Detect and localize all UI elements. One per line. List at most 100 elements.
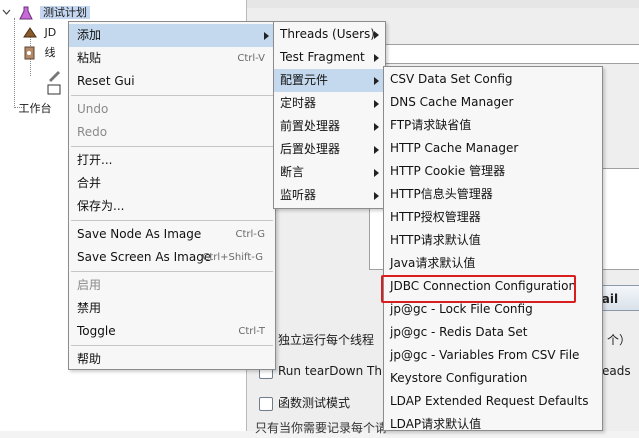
menu-item-post-processors[interactable]: 后置处理器 — [274, 138, 385, 161]
menu-item-label: LDAP Extended Request Defaults — [390, 394, 589, 408]
option-suffix: 个） — [607, 333, 632, 347]
menu-separator — [71, 220, 273, 221]
menu-item-save-as[interactable]: 保存为... — [69, 195, 275, 218]
help-text: 只有当你需要记录每个请 — [255, 421, 388, 435]
menu-item-java-request-defaults[interactable]: Java请求默认值 — [384, 252, 602, 275]
menu-item-toggle[interactable]: Toggle Ctrl-T — [69, 320, 275, 343]
menu-separator — [71, 146, 273, 147]
submenu-arrow-icon — [374, 100, 379, 108]
menu-item-http-header-manager[interactable]: HTTP信息头管理器 — [384, 183, 602, 206]
tree-node-child-2[interactable]: 线 — [22, 44, 56, 62]
menu-item-http-cookie-manager[interactable]: HTTP Cookie 管理器 — [384, 160, 602, 183]
menu-item-label: 监听器 — [280, 188, 317, 202]
menu-item-label: HTTP请求默认值 — [390, 233, 481, 247]
menu-item-save-screen-image[interactable]: Save Screen As Image Ctrl+Shift-G — [69, 246, 275, 269]
menu-item-http-request-defaults[interactable]: HTTP请求默认值 — [384, 229, 602, 252]
menu-item-label: 保存为... — [77, 199, 125, 213]
menu-item-dns-cache-manager[interactable]: DNS Cache Manager — [384, 91, 602, 114]
option-suffix: eads — [602, 364, 631, 378]
option-run-thread-groups[interactable]: 独立运行每个线程 — [259, 330, 374, 350]
menu-item-label: HTTP Cache Manager — [390, 141, 519, 155]
tree-node-workbench[interactable]: 工作台 — [2, 100, 52, 118]
option-label: Run tearDown Thre — [278, 364, 395, 378]
menu-item-jdbc-connection-configuration[interactable]: JDBC Connection Configuration — [384, 275, 602, 298]
submenu-arrow-icon — [374, 192, 379, 200]
menu-separator — [71, 95, 273, 96]
menu-item-paste[interactable]: 粘贴 Ctrl-V — [69, 47, 275, 70]
menu-item-enable: 启用 — [69, 274, 275, 297]
menu-item-disable[interactable]: 禁用 — [69, 297, 275, 320]
shortcut-label: Ctrl+Shift-G — [202, 252, 263, 263]
menu-item-label: 帮助 — [77, 352, 102, 366]
checkbox[interactable] — [259, 396, 273, 411]
menu-item-help[interactable]: 帮助 — [69, 348, 275, 371]
submenu-arrow-icon — [374, 31, 379, 39]
menu-item-label: Java请求默认值 — [390, 256, 476, 270]
submenu-arrow-icon — [264, 32, 269, 40]
menu-item-assertions[interactable]: 断言 — [274, 161, 385, 184]
menu-item-listener[interactable]: 监听器 — [274, 184, 385, 207]
menu-item-label: Test Fragment — [280, 50, 365, 64]
menu-item-timer[interactable]: 定时器 — [274, 92, 385, 115]
sampler-icon — [46, 81, 62, 97]
menu-item-label: DNS Cache Manager — [390, 95, 514, 109]
thread-group-icon — [22, 45, 38, 61]
config-element-submenu: CSV Data Set Config DNS Cache Manager FT… — [383, 66, 603, 431]
menu-item-label: FTP请求缺省值 — [390, 118, 472, 132]
menu-item-label: Save Node As Image — [77, 227, 202, 241]
menu-item-variables-from-csv[interactable]: jp@gc - Variables From CSV File — [384, 344, 602, 367]
tree-node-label: 线 — [44, 46, 56, 59]
menu-item-undo: Undo — [69, 98, 275, 121]
jdbc-icon — [22, 25, 38, 41]
add-submenu: Threads (Users) Test Fragment 配置元件 定时器 前… — [273, 21, 386, 209]
menu-item-label: jp@gc - Redis Data Set — [390, 325, 528, 339]
menu-item-config-element[interactable]: 配置元件 — [274, 69, 385, 92]
menu-item-reset-gui[interactable]: Reset Gui — [69, 70, 275, 93]
menu-item-label: jp@gc - Variables From CSV File — [390, 348, 580, 362]
menu-item-pre-processors[interactable]: 前置处理器 — [274, 115, 385, 138]
menu-item-ldap-request-defaults[interactable]: LDAP请求默认值 — [384, 413, 602, 436]
menu-item-threads-users[interactable]: Threads (Users) — [274, 23, 385, 46]
menu-item-add[interactable]: 添加 — [69, 24, 275, 47]
tree-connector — [14, 18, 15, 108]
menu-item-open[interactable]: 打开... — [69, 149, 275, 172]
menu-item-csv-data-set-config[interactable]: CSV Data Set Config — [384, 68, 602, 91]
menu-item-test-fragment[interactable]: Test Fragment — [274, 46, 385, 69]
menu-item-lock-file-config[interactable]: jp@gc - Lock File Config — [384, 298, 602, 321]
menu-item-label: HTTP授权管理器 — [390, 210, 481, 224]
menu-item-label: 合并 — [77, 176, 102, 190]
tree-node-test-plan[interactable]: 测试计划 — [2, 4, 90, 22]
menu-item-label: HTTP Cookie 管理器 — [390, 164, 506, 178]
tree-node-child-1[interactable]: JD — [22, 24, 56, 42]
option-teardown[interactable]: Run tearDown Thre — [259, 361, 394, 381]
menu-item-label: 后置处理器 — [280, 142, 341, 156]
tree-node-child-4[interactable] — [46, 80, 65, 98]
menu-item-label: 粘贴 — [77, 51, 102, 65]
menu-item-merge[interactable]: 合并 — [69, 172, 275, 195]
menu-item-ftp-defaults[interactable]: FTP请求缺省值 — [384, 114, 602, 137]
menu-item-ldap-extended-defaults[interactable]: LDAP Extended Request Defaults — [384, 390, 602, 413]
expand-toggle-icon[interactable] — [2, 5, 11, 21]
tree-node-label: 测试计划 — [40, 6, 90, 19]
editor-header-strip — [247, 0, 639, 8]
menu-item-label: 添加 — [77, 28, 102, 42]
menu-item-redis-data-set[interactable]: jp@gc - Redis Data Set — [384, 321, 602, 344]
menu-item-http-cache-manager[interactable]: HTTP Cache Manager — [384, 137, 602, 160]
context-menu: 添加 粘贴 Ctrl-V Reset Gui Undo Redo 打开... 合… — [68, 21, 276, 370]
menu-item-http-auth-manager[interactable]: HTTP授权管理器 — [384, 206, 602, 229]
menu-item-label: 前置处理器 — [280, 119, 341, 133]
menu-item-label: Redo — [77, 125, 108, 139]
submenu-arrow-icon — [374, 54, 379, 62]
menu-item-label: Save Screen As Image — [77, 250, 212, 264]
tree-node-label: JD — [44, 26, 57, 39]
menu-item-label: CSV Data Set Config — [390, 72, 513, 86]
submenu-arrow-icon — [374, 146, 379, 154]
menu-separator — [71, 345, 273, 346]
menu-item-keystore-configuration[interactable]: Keystore Configuration — [384, 367, 602, 390]
option-functional-test-mode[interactable]: 函数测试模式 — [259, 393, 350, 413]
menu-item-label: Undo — [77, 102, 109, 116]
submenu-arrow-icon — [374, 169, 379, 177]
menu-item-save-node-image[interactable]: Save Node As Image Ctrl-G — [69, 223, 275, 246]
name-field[interactable] — [369, 44, 639, 64]
menu-item-label: Keystore Configuration — [390, 371, 528, 385]
